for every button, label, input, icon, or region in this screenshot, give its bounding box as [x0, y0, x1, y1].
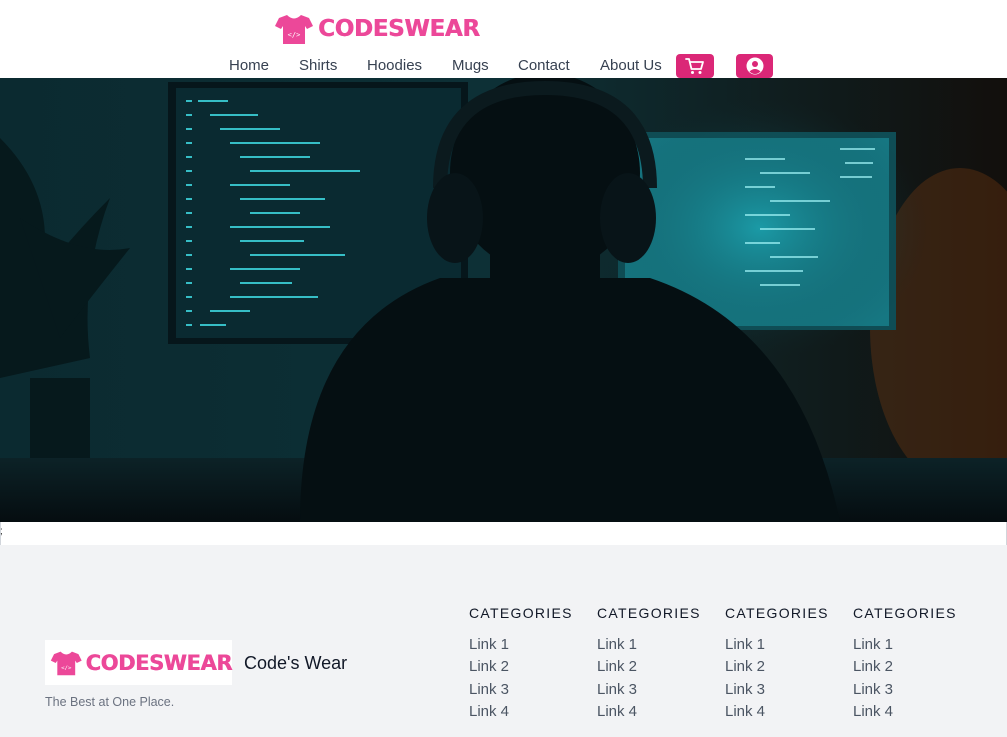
- footer-link[interactable]: Link 4: [853, 703, 973, 725]
- footer-link[interactable]: Link 3: [725, 681, 845, 703]
- footer-link[interactable]: Link 4: [469, 703, 589, 725]
- footer-tagline: The Best at One Place.: [45, 695, 175, 709]
- footer-logo-text: CODESWEAR: [85, 650, 233, 675]
- footer-column: CATEGORIES Link 1 Link 2 Link 3 Link 4: [597, 604, 717, 725]
- footer-link[interactable]: Link 3: [469, 681, 589, 703]
- footer-column: CATEGORIES Link 1 Link 2 Link 3 Link 4: [725, 604, 845, 725]
- nav-mugs[interactable]: Mugs: [452, 57, 489, 75]
- footer-link[interactable]: Link 1: [853, 636, 973, 658]
- main-nav: Home Shirts Hoodies Mugs Contact About U…: [0, 57, 1007, 77]
- footer-column-title: CATEGORIES: [597, 605, 701, 621]
- footer-link[interactable]: Link 3: [853, 681, 973, 703]
- brand-name: CODESWEAR: [318, 16, 480, 42]
- stray-text: ;: [0, 526, 3, 537]
- footer-link[interactable]: Link 1: [469, 636, 589, 658]
- footer-link[interactable]: Link 2: [853, 658, 973, 680]
- hero-image: [0, 78, 1007, 522]
- footer-column-title: CATEGORIES: [725, 605, 829, 621]
- footer-link[interactable]: Link 2: [597, 658, 717, 680]
- footer-link[interactable]: Link 4: [725, 703, 845, 725]
- footer-brand-logo[interactable]: </> CODESWEAR: [45, 640, 232, 685]
- footer-column-title: CATEGORIES: [853, 605, 957, 621]
- nav-about-us[interactable]: About Us: [600, 57, 662, 75]
- nav-contact[interactable]: Contact: [518, 57, 570, 75]
- footer-link[interactable]: Link 4: [597, 703, 717, 725]
- svg-text:</>: </>: [61, 665, 72, 671]
- footer-link-list: Link 1 Link 2 Link 3 Link 4: [725, 636, 845, 725]
- footer-link[interactable]: Link 1: [725, 636, 845, 658]
- footer-link-list: Link 1 Link 2 Link 3 Link 4: [597, 636, 717, 725]
- footer-link[interactable]: Link 1: [597, 636, 717, 658]
- cart-icon: [685, 58, 704, 74]
- hero-banner: [0, 78, 1007, 522]
- tshirt-icon: </>: [50, 651, 82, 675]
- footer-brand-name: Code's Wear: [244, 653, 348, 673]
- site-header: </> CODESWEAR Home Shirts Hoodies Mugs C…: [0, 0, 1007, 78]
- user-circle-icon: [746, 57, 763, 75]
- footer-link-list: Link 1 Link 2 Link 3 Link 4: [853, 636, 973, 725]
- footer-column-title: CATEGORIES: [469, 605, 573, 621]
- nav-shirts[interactable]: Shirts: [299, 57, 337, 75]
- site-footer: </> CODESWEAR Code's Wear The Best at On…: [0, 545, 1007, 737]
- footer-link[interactable]: Link 2: [725, 658, 845, 680]
- footer-column: CATEGORIES Link 1 Link 2 Link 3 Link 4: [853, 604, 973, 725]
- footer-link[interactable]: Link 3: [597, 681, 717, 703]
- tshirt-icon: </>: [275, 15, 313, 44]
- account-button[interactable]: [736, 54, 773, 78]
- cart-button[interactable]: [676, 54, 714, 78]
- nav-home[interactable]: Home: [229, 57, 269, 75]
- footer-link-list: Link 1 Link 2 Link 3 Link 4: [469, 636, 589, 725]
- svg-text:</>: </>: [288, 31, 301, 39]
- nav-hoodies[interactable]: Hoodies: [367, 57, 422, 75]
- brand-logo[interactable]: </> CODESWEAR: [274, 12, 480, 46]
- footer-column: CATEGORIES Link 1 Link 2 Link 3 Link 4: [469, 604, 589, 725]
- footer-link[interactable]: Link 2: [469, 658, 589, 680]
